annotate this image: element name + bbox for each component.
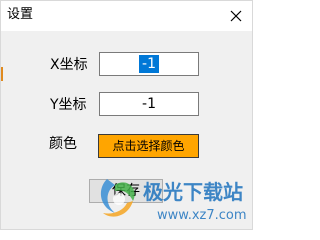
close-button[interactable]	[220, 1, 252, 31]
x-coordinate-label: X坐标	[50, 57, 88, 73]
watermark-brand: 极光下载站	[143, 180, 243, 204]
y-coordinate-input[interactable]: -1	[99, 92, 199, 116]
settings-dialog: 设置 X坐标 -1 Y坐标 -1 颜色 点击选择颜色 保存 极光下载	[0, 0, 253, 230]
watermark-url: www.xz7.com	[157, 208, 247, 223]
watermark-swirl-icon	[100, 179, 135, 217]
choose-color-button[interactable]: 点击选择颜色	[98, 134, 199, 158]
close-icon	[230, 10, 242, 22]
y-coordinate-value: -1	[142, 96, 156, 112]
left-edge-accent	[1, 67, 3, 81]
y-coordinate-label: Y坐标	[50, 97, 87, 113]
watermark-logo: 极光下载站 www.xz7.com	[100, 179, 247, 223]
x-coordinate-value: -1	[139, 55, 159, 73]
color-label: 颜色	[49, 136, 77, 152]
x-coordinate-input[interactable]: -1	[99, 52, 199, 76]
window-title: 设置	[7, 7, 34, 22]
title-bar: 设置	[1, 1, 252, 31]
